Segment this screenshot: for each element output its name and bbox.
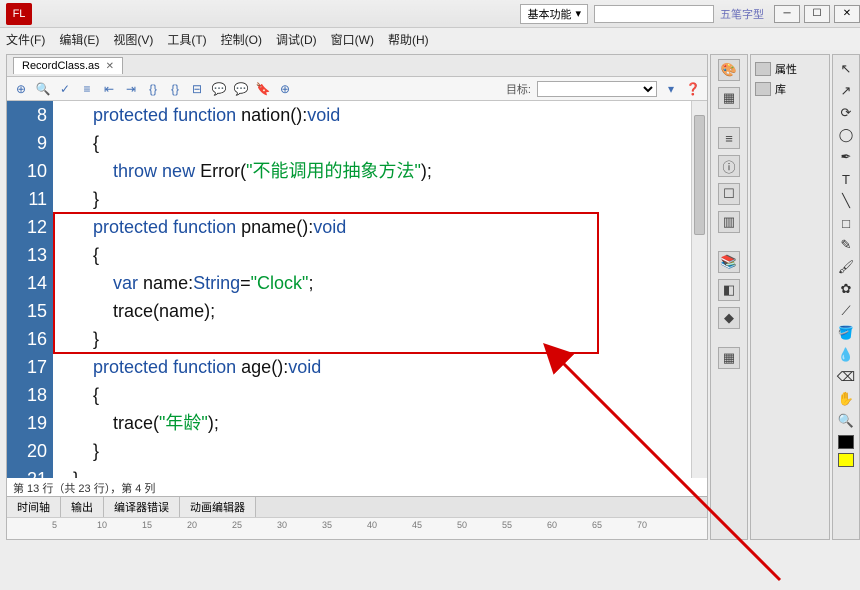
grid-icon[interactable]: ▦ xyxy=(718,87,740,109)
code-line[interactable]: var name:String="Clock"; xyxy=(53,269,691,297)
panel9-icon[interactable]: ▦ xyxy=(718,347,740,369)
workspace-combo[interactable]: 基本功能▾ xyxy=(520,4,588,24)
stroke-color[interactable] xyxy=(838,435,854,449)
info-icon[interactable]: ⓘ xyxy=(718,155,740,177)
panel-library[interactable]: 库 xyxy=(755,79,825,99)
pencil-tool-icon[interactable]: ✎ xyxy=(836,235,856,255)
format-icon[interactable]: ≡ xyxy=(79,81,95,97)
bookmark-icon[interactable]: 🔖 xyxy=(255,81,271,97)
outdent-icon[interactable]: ⇤ xyxy=(101,81,117,97)
tab-compiler-errors[interactable]: 编译器错误 xyxy=(104,497,180,517)
close-icon[interactable]: ✕ xyxy=(106,61,114,72)
menu-help[interactable]: 帮助(H) xyxy=(388,31,429,48)
panel7-icon[interactable]: ◧ xyxy=(718,279,740,301)
timeline-ruler[interactable]: 510152025303540455055606570 xyxy=(7,517,707,539)
file-tab[interactable]: RecordClass.as✕ xyxy=(13,57,123,74)
menu-tools[interactable]: 工具(T) xyxy=(167,31,206,48)
comment-icon[interactable]: 💬 xyxy=(211,81,227,97)
bucket-tool-icon[interactable]: 🪣 xyxy=(836,323,856,343)
help-icon[interactable]: ⊕ xyxy=(277,81,293,97)
tools-panel: ↖ ↗ ⟳ ◯ ✒ T ╲ □ ✎ 🖌 ✿ ⟋ 🪣 💧 ⌫ ✋ 🔍 xyxy=(832,54,860,540)
menu-edit[interactable]: 编辑(E) xyxy=(59,31,99,48)
eraser-tool-icon[interactable]: ⌫ xyxy=(836,367,856,387)
code-line[interactable]: protected function age():void xyxy=(53,353,691,381)
uncomment-icon[interactable]: 💬 xyxy=(233,81,249,97)
code-line[interactable]: } xyxy=(53,437,691,465)
text-tool-icon[interactable]: T xyxy=(836,169,856,189)
code-line[interactable]: } xyxy=(53,185,691,213)
dock-icon-column: 🎨 ▦ ≡ ⓘ ☐ ▥ 📚 ◧ ◆ ▦ xyxy=(710,54,748,540)
menu-view[interactable]: 视图(V) xyxy=(113,31,153,48)
search-input[interactable] xyxy=(594,5,714,23)
library-icon[interactable]: 📚 xyxy=(718,251,740,273)
editor-pane: RecordClass.as✕ ⊕ 🔍 ✓ ≡ ⇤ ⇥ {} {} ⊟ 💬 💬 … xyxy=(6,54,708,540)
code-line[interactable]: } xyxy=(53,325,691,353)
add-icon[interactable]: ⊕ xyxy=(13,81,29,97)
zoom-tool-icon[interactable]: 🔍 xyxy=(836,411,856,431)
brush-tool-icon[interactable]: 🖌 xyxy=(836,257,856,277)
right-dock: 🎨 ▦ ≡ ⓘ ☐ ▥ 📚 ◧ ◆ ▦ 属性 库 ↖ ↗ ⟳ ◯ ✒ T ╲ □ xyxy=(710,50,860,540)
transform-icon[interactable]: ☐ xyxy=(718,183,740,205)
panel-properties[interactable]: 属性 xyxy=(755,59,825,79)
menu-bar: 文件(F) 编辑(E) 视图(V) 工具(T) 控制(O) 调试(D) 窗口(W… xyxy=(0,28,860,50)
help2-icon[interactable]: ❓ xyxy=(685,81,701,97)
pen-tool-icon[interactable]: ✒ xyxy=(836,147,856,167)
hand-tool-icon[interactable]: ✋ xyxy=(836,389,856,409)
code-editor[interactable]: protected function nation():void { throw… xyxy=(53,101,691,478)
target-select[interactable] xyxy=(537,81,657,97)
panel-container: 属性 库 xyxy=(750,54,830,540)
code-line[interactable]: protected function pname():void xyxy=(53,213,691,241)
code-line[interactable]: trace(name); xyxy=(53,297,691,325)
menu-control[interactable]: 控制(O) xyxy=(221,31,262,48)
title-bar: FL 基本功能▾ 五笔字型 ─ ☐ ✕ xyxy=(0,0,860,28)
status-bar: 第 13 行（共 23 行），第 4 列 xyxy=(7,478,707,496)
indent-icon[interactable]: ⇥ xyxy=(123,81,139,97)
target-label: 目标: xyxy=(506,81,531,97)
chevron-down-icon[interactable]: ▾ xyxy=(663,81,679,97)
panel8-icon[interactable]: ◆ xyxy=(718,307,740,329)
line-gutter: 8910111213141516171819202122 xyxy=(7,101,53,478)
close-button[interactable]: ✕ xyxy=(834,5,860,23)
app-logo-icon: FL xyxy=(6,3,32,25)
swatch-icon[interactable]: 🎨 xyxy=(718,59,740,81)
deco-tool-icon[interactable]: ✿ xyxy=(836,279,856,299)
file-tabbar: RecordClass.as✕ xyxy=(7,55,707,77)
find-icon[interactable]: 🔍 xyxy=(35,81,51,97)
eyedropper-tool-icon[interactable]: 💧 xyxy=(836,345,856,365)
bone-tool-icon[interactable]: ⟋ xyxy=(836,301,856,321)
menu-window[interactable]: 窗口(W) xyxy=(331,31,374,48)
code-line[interactable]: { xyxy=(53,241,691,269)
panel5-icon[interactable]: ▥ xyxy=(718,211,740,233)
brace-icon[interactable]: {} xyxy=(145,81,161,97)
tab-timeline[interactable]: 时间轴 xyxy=(7,497,61,517)
align-icon[interactable]: ≡ xyxy=(718,127,740,149)
vertical-scrollbar[interactable] xyxy=(691,101,707,478)
rect-tool-icon[interactable]: □ xyxy=(836,213,856,233)
fill-color[interactable] xyxy=(838,453,854,467)
collapse-icon[interactable]: ⊟ xyxy=(189,81,205,97)
code-line[interactable]: } xyxy=(53,465,691,478)
bottom-tabs: 时间轴 输出 编译器错误 动画编辑器 xyxy=(7,497,707,517)
selection-tool-icon[interactable]: ↖ xyxy=(836,59,856,79)
code-line[interactable]: { xyxy=(53,381,691,409)
menu-file[interactable]: 文件(F) xyxy=(6,31,45,48)
tab-output[interactable]: 输出 xyxy=(61,497,104,517)
transform-tool-icon[interactable]: ⟳ xyxy=(836,103,856,123)
code-toolbar: ⊕ 🔍 ✓ ≡ ⇤ ⇥ {} {} ⊟ 💬 💬 🔖 ⊕ 目标: ▾ ❓ xyxy=(7,77,707,101)
check-icon[interactable]: ✓ xyxy=(57,81,73,97)
maximize-button[interactable]: ☐ xyxy=(804,5,830,23)
tab-motion-editor[interactable]: 动画编辑器 xyxy=(180,497,256,517)
line-tool-icon[interactable]: ╲ xyxy=(836,191,856,211)
ime-indicator: 五笔字型 xyxy=(720,6,764,22)
brace2-icon[interactable]: {} xyxy=(167,81,183,97)
code-line[interactable]: protected function nation():void xyxy=(53,101,691,129)
subselect-tool-icon[interactable]: ↗ xyxy=(836,81,856,101)
minimize-button[interactable]: ─ xyxy=(774,5,800,23)
code-line[interactable]: throw new Error("不能调用的抽象方法"); xyxy=(53,157,691,185)
code-line[interactable]: trace("年龄"); xyxy=(53,409,691,437)
menu-debug[interactable]: 调试(D) xyxy=(276,31,317,48)
lasso-tool-icon[interactable]: ◯ xyxy=(836,125,856,145)
code-line[interactable]: { xyxy=(53,129,691,157)
